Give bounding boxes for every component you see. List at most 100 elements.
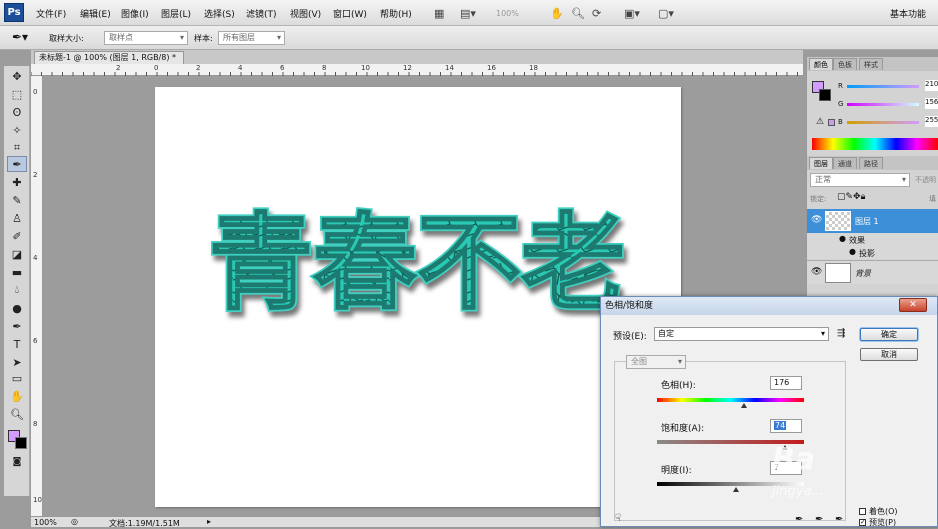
workspace-switcher[interactable]: 基本功能 <box>890 7 926 20</box>
dialog-title-bar[interactable]: 色相/饱和度 <box>601 297 937 315</box>
preset-options-icon[interactable]: ⇶ <box>837 328 845 339</box>
preview-checkbox[interactable]: ✓ <box>859 519 866 526</box>
eyedropper-tool-icon[interactable]: ✒ <box>7 156 27 172</box>
gamut-warning-icon[interactable]: ⚠ <box>816 117 824 127</box>
menu-bar: Ps 文件(F) 编辑(E) 图像(I) 图层(L) 选择(S) 滤镜(T) 视… <box>0 0 938 26</box>
g-slider[interactable] <box>847 103 919 106</box>
arrange-documents-icon[interactable]: ▣▾ <box>624 5 640 21</box>
hue-input[interactable]: 176 <box>770 376 802 390</box>
pen-tool-icon[interactable]: ✒ <box>7 318 27 334</box>
saturation-input[interactable]: 74 <box>770 419 802 433</box>
menu-filter[interactable]: 滤镜(T) <box>246 7 277 20</box>
effects-row[interactable]: ● 效果 <box>807 233 938 246</box>
type-tool-icon[interactable]: T <box>7 336 27 352</box>
tab-paths[interactable]: 路径 <box>859 157 883 169</box>
menu-file[interactable]: 文件(F) <box>36 7 66 20</box>
tab-channels[interactable]: 通道 <box>833 157 857 169</box>
close-icon[interactable]: ✕ <box>899 298 927 312</box>
brush-tool-icon[interactable]: ✎ <box>7 192 27 208</box>
hand-tool-icon-2[interactable]: ✋ <box>7 388 27 404</box>
r-value[interactable]: 210 <box>925 80 938 91</box>
blend-mode-select[interactable]: 正常 <box>810 173 910 187</box>
marquee-tool-icon[interactable]: ⬚ <box>7 86 27 102</box>
gamut-swatch[interactable] <box>828 119 835 126</box>
panel-background-swatch[interactable] <box>819 89 831 101</box>
cancel-button[interactable]: 取消 <box>860 348 918 361</box>
menu-edit[interactable]: 编辑(E) <box>80 7 111 20</box>
sample-layers-select[interactable]: 所有图层 <box>218 31 285 45</box>
hand-adjust-icon[interactable]: ☟ <box>615 513 621 524</box>
background-layer-name[interactable]: 背景 <box>855 268 871 279</box>
eyedropper-minus-icon[interactable]: ✒ <box>835 514 843 525</box>
view-extras-icon[interactable]: ▤▾ <box>460 5 476 21</box>
shadow-eye-icon[interactable]: ● <box>849 247 856 256</box>
bg-eye-icon[interactable]: 👁︎ <box>811 267 822 277</box>
menu-window[interactable]: 窗口(W) <box>333 7 367 20</box>
bridge-icon[interactable]: ▦ <box>434 5 444 21</box>
magic-wand-icon[interactable]: ✧ <box>7 122 27 138</box>
healing-brush-icon[interactable]: ✚ <box>7 174 27 190</box>
lasso-tool-icon[interactable]: ʘ <box>7 104 27 120</box>
hue-slider-thumb[interactable] <box>740 403 747 408</box>
eyedropper-plus-icon[interactable]: ✒ <box>815 514 823 525</box>
drop-shadow-label: 投影 <box>859 249 875 258</box>
layer-name[interactable]: 图层 1 <box>855 216 879 227</box>
eyedropper-icon[interactable]: ✒ <box>795 514 803 525</box>
colorize-checkbox[interactable] <box>859 508 866 515</box>
screen-mode-icon[interactable]: ▢▾ <box>658 5 674 21</box>
tab-layers[interactable]: 图层 <box>809 157 833 169</box>
drop-shadow-row[interactable]: ● 投影 <box>807 246 938 259</box>
background-color-swatch[interactable] <box>15 437 27 449</box>
tab-styles[interactable]: 样式 <box>859 58 883 70</box>
lock-icons[interactable]: ▢✎✥🔒︎ <box>837 192 865 202</box>
hue-slider-track[interactable] <box>657 398 804 408</box>
effects-label: 效果 <box>849 236 865 245</box>
blur-tool-icon[interactable]: 💧︎ <box>7 282 27 298</box>
tab-swatches[interactable]: 色板 <box>833 58 857 70</box>
zoom-tool-icon[interactable]: 🔍︎ <box>571 5 585 21</box>
lightness-slider-thumb[interactable] <box>732 487 739 492</box>
zoom-level-combo[interactable]: 100% <box>496 5 519 21</box>
menu-view[interactable]: 视图(V) <box>290 7 321 20</box>
path-selection-icon[interactable]: ➤ <box>7 354 27 370</box>
dodge-tool-icon[interactable]: ● <box>7 300 27 316</box>
zoom-tool-icon-2[interactable]: 🔍︎ <box>7 406 27 422</box>
b-value[interactable]: 255 <box>925 116 938 127</box>
status-zoom[interactable]: 100% <box>34 518 57 527</box>
layer-row-layer1[interactable]: 👁︎ 图层 1 <box>807 209 938 233</box>
b-slider[interactable] <box>847 121 919 124</box>
color-ramp[interactable] <box>812 138 938 150</box>
shape-tool-icon[interactable]: ▭ <box>7 370 27 386</box>
ok-button[interactable]: 确定 <box>860 328 918 341</box>
r-slider[interactable] <box>847 85 919 88</box>
crop-tool-icon[interactable]: ⌗ <box>7 140 27 156</box>
status-info-icon[interactable]: ◎ <box>71 517 78 526</box>
eraser-tool-icon[interactable]: ◪ <box>7 246 27 262</box>
effects-eye-icon[interactable]: ● <box>839 234 846 243</box>
gradient-tool-icon[interactable]: ▬ <box>7 264 27 280</box>
menu-image[interactable]: 图像(I) <box>121 7 149 20</box>
quick-mask-icon[interactable]: ◙ <box>7 454 27 470</box>
clone-stamp-icon[interactable]: ♙ <box>7 210 27 226</box>
status-arrow-icon[interactable]: ▸ <box>207 517 211 526</box>
layer-row-background[interactable]: 👁︎ 背景 <box>807 260 938 284</box>
tab-color[interactable]: 颜色 <box>809 58 833 70</box>
eyedropper-preset-icon[interactable]: ✒▾ <box>12 30 28 44</box>
document-tab[interactable]: 未标题-1 @ 100% (图层 1, RGB/8) * <box>34 51 184 64</box>
preset-select[interactable]: 自定 ▾ <box>654 327 829 341</box>
menu-help[interactable]: 帮助(H) <box>380 7 412 20</box>
channel-select[interactable]: 全图 <box>626 355 686 369</box>
g-label: G <box>838 100 844 108</box>
history-brush-icon[interactable]: ✐ <box>7 228 27 244</box>
eye-icon[interactable]: 👁︎ <box>811 215 822 225</box>
ruler-label: 2 <box>196 64 201 72</box>
horizontal-ruler: 0 2 2 4 6 8 10 12 14 16 18 <box>31 64 803 76</box>
layer-thumbnail <box>825 211 851 231</box>
hand-tool-icon[interactable]: ✋ <box>550 5 564 21</box>
rotate-view-icon[interactable]: ⟳ <box>592 5 601 21</box>
menu-select[interactable]: 选择(S) <box>204 7 235 20</box>
menu-layer[interactable]: 图层(L) <box>161 7 191 20</box>
g-value[interactable]: 156 <box>925 98 938 109</box>
sample-size-select[interactable]: 取样点 <box>104 31 188 45</box>
move-tool-icon[interactable]: ✥ <box>7 68 27 84</box>
